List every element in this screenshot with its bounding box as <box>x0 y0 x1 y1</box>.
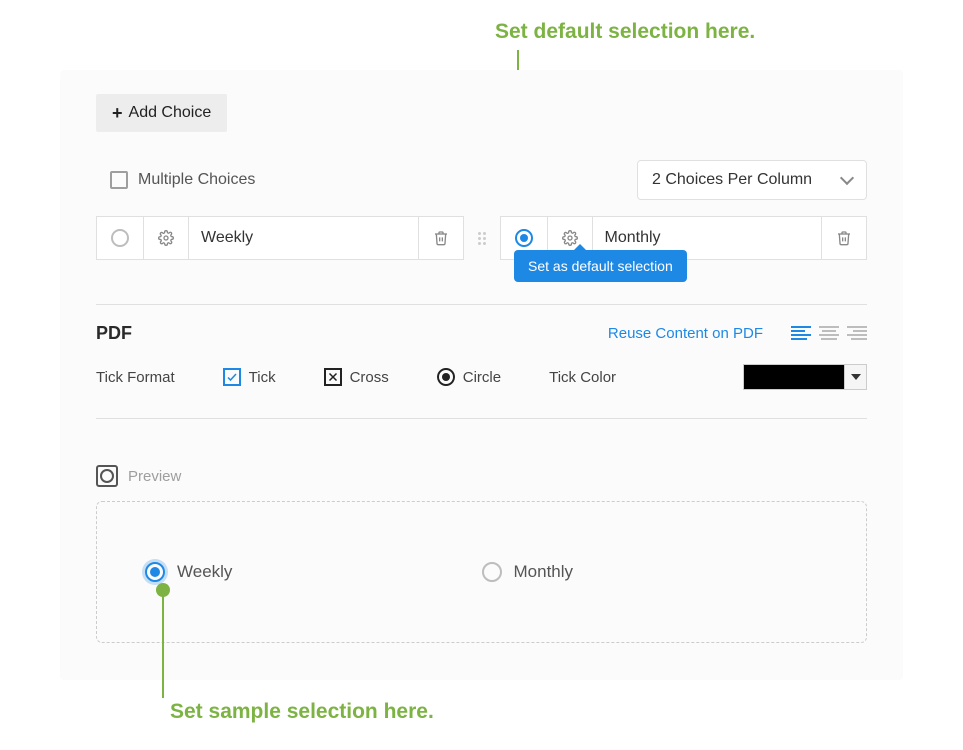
tick-format-cross[interactable]: Cross <box>324 368 389 386</box>
align-center-button[interactable] <box>819 326 839 342</box>
delete-choice-button[interactable] <box>419 217 463 259</box>
tick-format-row: Tick Format Tick Cross Circle Tick Color <box>96 364 867 390</box>
trash-icon <box>836 230 852 246</box>
columns-select[interactable]: 2 Choices Per Column <box>637 160 867 200</box>
tick-icon <box>223 368 241 386</box>
trash-icon <box>433 230 449 246</box>
tick-format-label: Tick Format <box>96 369 175 386</box>
align-right-button[interactable] <box>847 326 867 342</box>
annotation-bottom: Set sample selection here. <box>170 700 434 724</box>
add-choice-label: Add Choice <box>129 104 212 122</box>
choice-label-input[interactable]: Weekly <box>189 217 419 259</box>
section-divider <box>96 304 867 305</box>
radio-icon <box>515 229 533 247</box>
tick-color-label: Tick Color <box>549 369 616 386</box>
add-choice-button[interactable]: + Add Choice <box>96 94 227 132</box>
cross-icon <box>324 368 342 386</box>
pdf-header-row: PDF Reuse Content on PDF <box>96 323 867 344</box>
drag-handle[interactable] <box>478 232 486 245</box>
options-row: Multiple Choices 2 Choices Per Column <box>96 160 867 200</box>
section-divider <box>96 418 867 419</box>
annotation-top: Set default selection here. <box>495 20 945 44</box>
delete-choice-button[interactable] <box>822 217 866 259</box>
preview-option[interactable]: Weekly <box>145 562 482 582</box>
reuse-content-link[interactable]: Reuse Content on PDF <box>608 325 763 342</box>
choice-item: Weekly <box>96 216 464 260</box>
tick-format-circle[interactable]: Circle <box>437 368 501 386</box>
default-radio[interactable] <box>97 217 144 259</box>
multiple-choices-label: Multiple Choices <box>138 171 255 189</box>
radio-icon <box>145 562 165 582</box>
preview-label: Preview <box>128 468 181 485</box>
chevron-down-icon <box>844 365 866 389</box>
checkbox-icon <box>110 171 128 189</box>
radio-icon <box>482 562 502 582</box>
default-selection-tooltip: Set as default selection <box>514 250 687 282</box>
align-left-button[interactable] <box>791 326 811 342</box>
multiple-choices-checkbox[interactable]: Multiple Choices <box>110 171 255 189</box>
preview-box: Weekly Monthly <box>96 501 867 643</box>
radio-icon <box>111 229 129 247</box>
preview-icon <box>96 465 118 487</box>
gear-icon <box>158 230 174 246</box>
preview-option[interactable]: Monthly <box>482 562 819 582</box>
circle-icon <box>437 368 455 386</box>
choice-settings-button[interactable] <box>144 217 189 259</box>
plus-icon: + <box>112 104 123 122</box>
color-swatch <box>744 365 844 389</box>
preview-option-label: Weekly <box>177 562 232 582</box>
config-panel: + Add Choice Multiple Choices 2 Choices … <box>60 70 903 680</box>
preview-option-label: Monthly <box>514 562 574 582</box>
align-group <box>791 326 867 342</box>
preview-header: Preview <box>96 465 867 487</box>
annotation-line-bottom <box>162 590 164 698</box>
tick-color-picker[interactable] <box>743 364 867 390</box>
tick-format-tick[interactable]: Tick <box>223 368 276 386</box>
pdf-title: PDF <box>96 323 132 344</box>
columns-select-value: 2 Choices Per Column <box>652 171 812 188</box>
choice-row: Weekly <box>96 216 867 260</box>
